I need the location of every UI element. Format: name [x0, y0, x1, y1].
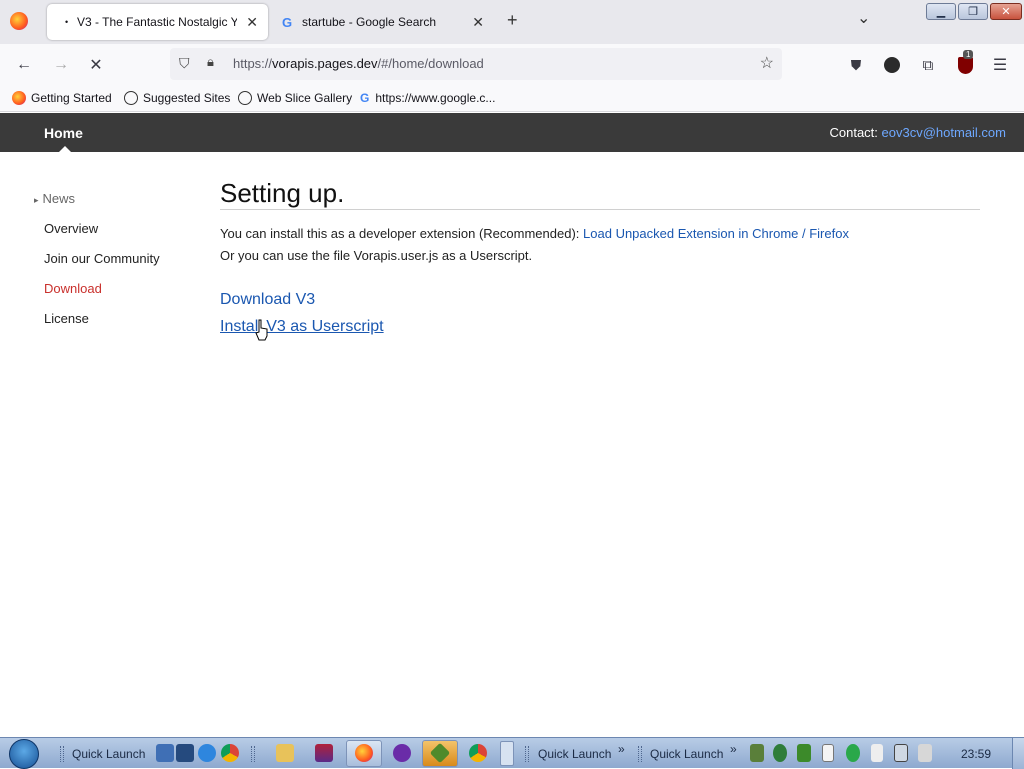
globe-icon [238, 91, 252, 105]
volume-muted-icon[interactable] [918, 744, 932, 762]
new-tab-button[interactable]: + [507, 10, 518, 31]
hand-cursor-icon [255, 319, 269, 341]
firefox-icon [12, 91, 26, 105]
explorer-folder-icon[interactable] [276, 744, 294, 762]
url-text: https://vorapis.pages.dev/#/home/downloa… [233, 56, 484, 71]
taskbar-scroll-button[interactable] [500, 741, 514, 766]
chrome-icon[interactable] [221, 744, 239, 762]
url-domain: vorapis.pages.dev [272, 56, 378, 71]
tray-document-icon[interactable] [822, 744, 834, 762]
tab-strip: • V3 - The Fantastic Nostalgic Yo ✕ G st… [0, 0, 1024, 44]
download-v3-link[interactable]: Download V3 [220, 291, 315, 309]
url-path: /#/home/download [377, 56, 484, 71]
bookmark-star-icon[interactable]: ☆ [760, 53, 774, 73]
url-prefix: https:// [233, 56, 273, 71]
extension-badge: 1 [963, 50, 974, 59]
close-tab-icon[interactable]: ✕ [246, 14, 258, 31]
bookmark-label: Web Slice Gallery [257, 91, 353, 105]
install-text: You can install this as a developer exte… [220, 226, 580, 241]
toolbar-grip[interactable] [525, 746, 529, 762]
tray-network-icon[interactable] [750, 744, 764, 762]
back-icon[interactable]: ← [13, 54, 35, 76]
show-desktop-icon[interactable] [156, 744, 174, 762]
extensions-icon[interactable]: ⧉ [917, 54, 939, 76]
sidebar-item-download[interactable]: Download [44, 281, 102, 296]
internet-explorer-icon[interactable] [198, 744, 216, 762]
stop-loading-icon[interactable]: ✕ [85, 54, 107, 76]
firefox-icon [355, 744, 373, 762]
account-avatar-icon[interactable] [881, 54, 903, 76]
bookmark-web-slice-gallery[interactable]: Web Slice Gallery [238, 91, 352, 105]
hamburger-menu-icon[interactable]: ☰ [989, 54, 1011, 76]
taskbar-clock[interactable]: 23:59 [961, 747, 991, 761]
tab-startube[interactable]: G startube - Google Search ✕ [272, 4, 494, 40]
load-unpacked-extension-link[interactable]: Load Unpacked Extension in Chrome / Fire… [583, 226, 849, 241]
install-paragraph-1: You can install this as a developer exte… [220, 226, 849, 241]
show-desktop-button[interactable] [1012, 738, 1024, 769]
close-window-button[interactable]: ✕ [990, 3, 1022, 20]
bookmark-label: https://www.google.c... [375, 91, 496, 105]
firefox-menu-icon[interactable] [10, 12, 28, 30]
toolbar-grip[interactable] [251, 746, 255, 762]
toolbar-grip[interactable] [60, 746, 64, 762]
toolbar-grip[interactable] [638, 746, 642, 762]
restore-button[interactable]: ❐ [958, 3, 988, 20]
list-all-tabs-icon[interactable]: ⌄ [857, 8, 870, 28]
minimize-button[interactable]: ▁ [926, 3, 956, 20]
start-button[interactable] [9, 739, 39, 769]
sidebar-item-label: News [42, 191, 76, 206]
tab-loading-dot: • [65, 17, 69, 27]
google-icon: G [282, 14, 293, 30]
chevron-icon[interactable]: » [730, 742, 737, 756]
contact-email-link[interactable]: eov3cv@hotmail.com [882, 125, 1006, 140]
pocket-icon[interactable]: ⛊ [845, 54, 867, 76]
chevron-icon[interactable]: » [618, 742, 625, 756]
url-bar[interactable]: ⛉ 🔒︎ https://vorapis.pages.dev/#/home/do… [170, 48, 782, 80]
tracking-protection-icon[interactable]: ⛉ [179, 55, 190, 72]
site-header: Home Contact: eov3cv@hotmail.com [0, 113, 1024, 152]
quick-launch-label[interactable]: Quick Launch [72, 747, 145, 761]
ublock-icon[interactable]: 1 [954, 50, 976, 76]
nav-home-link[interactable]: Home [44, 125, 83, 141]
contact-label: Contact: [829, 125, 878, 140]
tray-globe-icon[interactable] [773, 744, 787, 762]
heading-divider [220, 209, 980, 210]
switch-windows-icon[interactable] [176, 744, 194, 762]
sidebar-item-join-community[interactable]: Join our Community [44, 251, 160, 266]
tray-security-icon[interactable] [846, 744, 860, 762]
bookmark-label: Getting Started [31, 91, 112, 105]
navigation-toolbar: ← → ✕ ⛉ 🔒︎ https://vorapis.pages.dev/#/h… [0, 44, 1024, 86]
quick-launch-label[interactable]: Quick Launch [538, 747, 611, 761]
quick-launch-label[interactable]: Quick Launch [650, 747, 723, 761]
contact-info: Contact: eov3cv@hotmail.com [829, 125, 1006, 140]
google-icon: G [360, 91, 370, 105]
sidebar-item-news[interactable]: ▸ News [34, 191, 75, 206]
windows-taskbar: Quick Launch Quick Launch » Quick Launch… [0, 737, 1024, 769]
collapse-arrow-icon: ▸ [34, 195, 39, 205]
bookmarks-toolbar: Getting Started Suggested Sites Web Slic… [0, 86, 1024, 112]
tab-v3[interactable]: • V3 - The Fantastic Nostalgic Yo ✕ [47, 4, 268, 40]
tray-arrow-icon[interactable] [797, 744, 811, 762]
app-icon[interactable] [393, 744, 411, 762]
page-heading: Setting up. [220, 178, 345, 208]
tab-title: V3 - The Fantastic Nostalgic Yo [77, 15, 237, 29]
active-nav-caret [59, 146, 71, 152]
lock-icon[interactable]: 🔒︎ [207, 54, 214, 70]
sidebar-item-license[interactable]: License [44, 311, 89, 326]
sidebar-item-overview[interactable]: Overview [44, 221, 98, 236]
tab-title: startube - Google Search [302, 15, 437, 29]
chrome-icon[interactable] [469, 744, 487, 762]
bookmark-label: Suggested Sites [143, 91, 231, 105]
action-center-flag-icon[interactable] [871, 744, 883, 762]
bookmark-getting-started[interactable]: Getting Started [12, 91, 112, 105]
bookmark-google[interactable]: G https://www.google.c... [360, 91, 495, 105]
close-tab-icon[interactable]: ✕ [472, 14, 484, 31]
forward-icon[interactable]: → [50, 54, 72, 76]
install-paragraph-2: Or you can use the file Vorapis.user.js … [220, 248, 533, 263]
bookmark-suggested-sites[interactable]: Suggested Sites [124, 91, 230, 105]
globe-icon [124, 91, 138, 105]
network-monitor-icon[interactable] [894, 744, 908, 762]
install-userscript-link[interactable]: Install V3 as Userscript [220, 318, 384, 336]
winrar-icon[interactable] [315, 744, 333, 762]
